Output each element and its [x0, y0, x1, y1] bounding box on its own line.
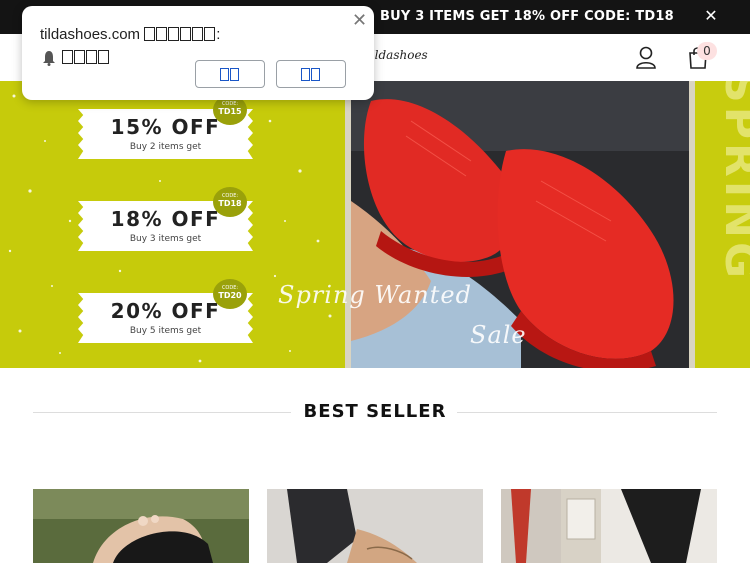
allow-button-glyphs — [220, 66, 240, 82]
product-card-image[interactable] — [501, 489, 717, 563]
missing-glyph-box — [311, 68, 320, 81]
block-button-glyphs — [301, 66, 321, 82]
page: BUY 3 ITEMS GET 18% OFF CODE: TD18 ✕ til… — [0, 0, 750, 563]
coupon-subtitle: Buy 5 items get — [129, 326, 202, 336]
missing-glyph-box — [86, 50, 97, 64]
hero-banner[interactable]: SPRING 15% OFF Buy 2 items get CODE: TD1… — [0, 81, 750, 368]
close-icon[interactable]: ✕ — [702, 6, 720, 26]
notification-message — [62, 49, 110, 66]
badge-code: TD20 — [218, 291, 242, 300]
cart-count-badge: 0 — [697, 42, 717, 60]
coupon-subtitle: Buy 3 items get — [129, 234, 202, 244]
coupon-subtitle: Buy 2 items get — [129, 142, 202, 152]
site-logo[interactable]: tildashoes — [366, 48, 428, 62]
side-text: SPRING — [715, 81, 750, 283]
notification-site: tildashoes.com — [40, 26, 141, 43]
badge-code: TD15 — [218, 107, 242, 116]
hero-side-strip: SPRING — [695, 81, 750, 368]
missing-glyph-box — [180, 27, 192, 41]
product-card-image[interactable] — [33, 489, 249, 563]
missing-glyph-box — [62, 50, 73, 64]
missing-glyph-box — [204, 27, 216, 41]
code-badge: CODE: TD20 — [213, 279, 247, 309]
section-title: BEST SELLER — [303, 401, 447, 422]
hero-script-headline: Spring Wanted — [278, 281, 472, 309]
missing-glyph-box — [156, 27, 168, 41]
missing-glyph-box — [192, 27, 204, 41]
allow-button[interactable] — [195, 60, 265, 88]
notification-title-glyphs — [144, 26, 216, 43]
missing-glyph-box — [144, 27, 156, 41]
code-badge: CODE: TD18 — [213, 187, 247, 217]
notification-title-suffix: : — [216, 26, 221, 43]
notification-message-glyphs — [62, 49, 110, 66]
announcement-text: BUY 3 ITEMS GET 18% OFF CODE: TD18 — [380, 9, 674, 24]
missing-glyph-box — [301, 68, 310, 81]
missing-glyph-box — [230, 68, 239, 81]
user-icon[interactable] — [635, 46, 657, 70]
notification-permission-popup: tildashoes.com : ✕ — [22, 6, 374, 100]
bell-icon — [43, 51, 55, 66]
missing-glyph-box — [74, 50, 85, 64]
product-card-image[interactable] — [267, 489, 483, 563]
missing-glyph-box — [168, 27, 180, 41]
missing-glyph-box — [220, 68, 229, 81]
block-button[interactable] — [276, 60, 346, 88]
missing-glyph-box — [98, 50, 109, 64]
close-icon[interactable]: ✕ — [352, 10, 367, 31]
notification-title: tildashoes.com : — [40, 26, 220, 43]
hero-script-sale: Sale — [470, 321, 527, 349]
badge-code: TD18 — [218, 199, 242, 208]
